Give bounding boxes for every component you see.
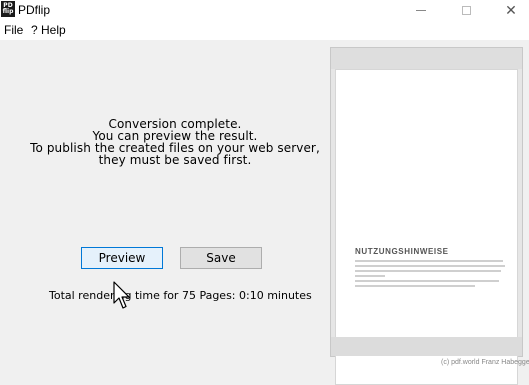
text-line (355, 270, 501, 272)
title-bar: PD flip PDflip ✕ (0, 0, 529, 20)
preview-pane[interactable]: NUTZUNGSHINWEISE (330, 47, 523, 385)
copyright-text: (c) pdf.world Franz Habegger (441, 359, 529, 366)
app-logo-text-bottom: flip (2, 8, 14, 15)
render-time-text: Total rendering time for 75 Pages: 0:10 … (49, 289, 312, 302)
text-line (355, 280, 499, 282)
menu-bar: File ? Help (0, 20, 529, 40)
minimize-icon (416, 9, 426, 11)
text-line (355, 275, 385, 277)
menu-help[interactable]: ? Help (31, 23, 66, 37)
preview-button[interactable]: Preview (81, 247, 163, 269)
app-logo-icon: PD flip (1, 1, 15, 17)
text-line (355, 265, 505, 267)
preview-page-text (355, 260, 505, 290)
status-line: they must be saved first. (98, 153, 252, 167)
maximize-icon (461, 5, 471, 15)
preview-page-content: NUTZUNGSHINWEISE (336, 70, 519, 338)
minimize-button[interactable] (404, 0, 438, 20)
mouse-cursor-icon (113, 281, 130, 309)
preview-toolbar (331, 48, 522, 69)
close-icon: ✕ (505, 1, 517, 18)
status-message: Conversion complete. You can preview the… (20, 118, 330, 166)
preview-statusbar (331, 337, 522, 356)
close-button[interactable]: ✕ (494, 0, 528, 20)
save-button[interactable]: Save (180, 247, 262, 269)
menu-file[interactable]: File (4, 23, 23, 37)
text-line (355, 260, 503, 262)
preview-page-heading: NUTZUNGSHINWEISE (355, 247, 449, 256)
text-line (355, 285, 475, 287)
maximize-button[interactable] (449, 0, 483, 20)
window-title: PDflip (18, 3, 51, 17)
